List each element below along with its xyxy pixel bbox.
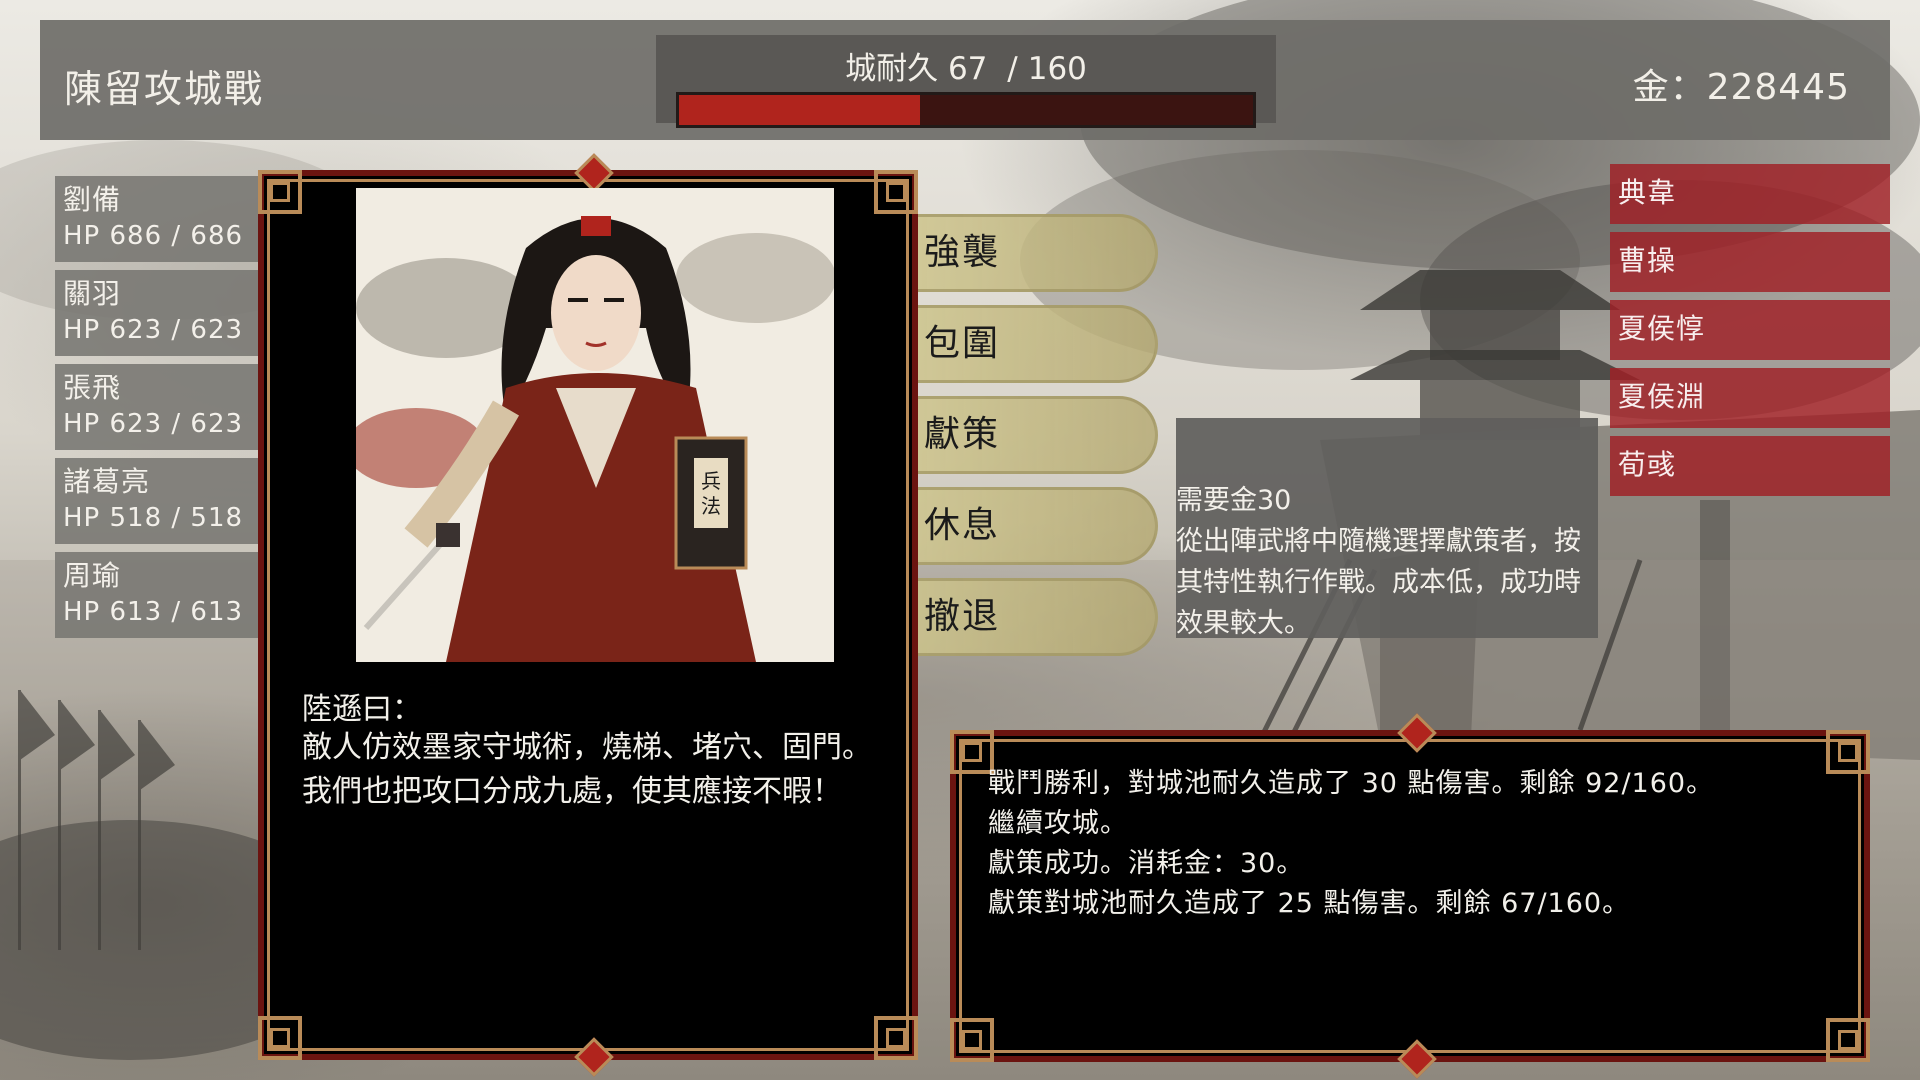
castle-durability-label: 城耐久 67 /160 (656, 43, 1276, 88)
top-bar: 陳留攻城戰 城耐久 67 /160 金：228445 (40, 20, 1890, 140)
durability-separator: / (1007, 51, 1018, 87)
officer-hp: HP 613 / 613 (63, 597, 244, 627)
durability-label: 城耐久 (845, 51, 939, 87)
officer-hp: HP 623 / 623 (63, 315, 244, 345)
officer-name: 周瑜 (63, 559, 122, 592)
frame-corner-ornament (874, 1016, 918, 1060)
frame-corner-ornament (258, 1016, 302, 1060)
advisor-portrait: 兵 法 (356, 188, 834, 662)
advisor-quote: 敵人仿效墨家守城術，燒梯、堵穴、固門。我們也把攻口分成九處，使其應接不暇！ (302, 730, 872, 809)
frame-corner-ornament (874, 170, 918, 214)
officer-name: 關羽 (63, 277, 122, 310)
durability-current: 67 (947, 51, 988, 87)
command-encircle-button[interactable]: 包圍 (918, 305, 1158, 383)
officer-hp: HP 623 / 623 (63, 409, 244, 439)
frame-corner-ornament (950, 1018, 994, 1062)
castle-durability-bar (676, 92, 1256, 128)
enemy-officer-card[interactable]: 荀彧 (1610, 436, 1890, 496)
log-line: 繼續攻城。 (988, 808, 1128, 839)
enemy-officer-list: 典韋 曹操 夏侯惇 夏侯淵 荀彧 (1610, 164, 1890, 504)
advisor-panel: 兵 法 陸遜曰： 敵人仿效墨家守城術，燒梯、堵穴、固門。我們也把攻口分成九處，使… (258, 153, 918, 1077)
battle-log-panel: 戰鬥勝利，對城池耐久造成了 30 點傷害。剩餘 92/160。 繼續攻城。 獻策… (950, 713, 1870, 1079)
frame-corner-ornament (258, 170, 302, 214)
officer-card[interactable]: 關羽 HP 623 / 623 (55, 270, 260, 356)
battle-log-lines: 戰鬥勝利，對城池耐久造成了 30 點傷害。剩餘 92/160。 繼續攻城。 獻策… (988, 764, 1848, 924)
log-line: 戰鬥勝利，對城池耐久造成了 30 點傷害。剩餘 92/160。 (988, 768, 1715, 799)
command-tooltip: 需要金30 從出陣武將中隨機選擇獻策者，按其特性執行作戰。成本低，成功時效果較大… (1176, 418, 1598, 639)
book-cover-text: 法 (701, 494, 721, 518)
enemy-officer-card[interactable]: 典韋 (1610, 164, 1890, 224)
log-line: 獻策對城池耐久造成了 25 點傷害。剩餘 67/160。 (988, 888, 1631, 919)
officer-card[interactable]: 劉備 HP 686 / 686 (55, 176, 260, 262)
book-cover-text: 兵 (701, 469, 721, 493)
officer-card[interactable]: 張飛 HP 623 / 623 (55, 364, 260, 450)
frame-corner-ornament (1826, 1018, 1870, 1062)
tooltip-description: 從出陣武將中隨機選擇獻策者，按其特性執行作戰。成本低，成功時效果較大。 (1176, 526, 1581, 639)
player-officer-list: 劉備 HP 686 / 686 關羽 HP 623 / 623 張飛 HP 62… (55, 176, 260, 646)
officer-name: 張飛 (63, 371, 122, 404)
enemy-officer-card[interactable]: 曹操 (1610, 232, 1890, 292)
officer-name: 劉備 (63, 183, 122, 216)
tooltip-cost: 需要金30 (1176, 485, 1292, 516)
enemy-officer-card[interactable]: 夏侯惇 (1610, 300, 1890, 360)
command-retreat-button[interactable]: 撤退 (918, 578, 1158, 656)
gold-counter: 金：228445 (1632, 67, 1850, 108)
enemy-officer-card[interactable]: 夏侯淵 (1610, 368, 1890, 428)
command-stratagem-button[interactable]: 獻策 (918, 396, 1158, 474)
advisor-speaker: 陸遜曰： (302, 692, 422, 727)
command-menu: 強襲 包圍 獻策 休息 撤退 (918, 214, 1158, 669)
battle-title: 陳留攻城戰 (64, 67, 265, 111)
castle-durability-panel: 城耐久 67 /160 (656, 35, 1276, 128)
command-rest-button[interactable]: 休息 (918, 487, 1158, 565)
officer-name: 諸葛亮 (63, 465, 151, 498)
officer-card[interactable]: 周瑜 HP 613 / 613 (55, 552, 260, 638)
officer-hp: HP 518 / 518 (63, 503, 244, 533)
log-line: 獻策成功。消耗金：30。 (988, 848, 1305, 879)
castle-durability-fill (679, 95, 920, 125)
officer-card[interactable]: 諸葛亮 HP 518 / 518 (55, 458, 260, 544)
durability-max: 160 (1027, 51, 1087, 87)
officer-hp: HP 686 / 686 (63, 221, 244, 251)
command-assault-button[interactable]: 強襲 (918, 214, 1158, 292)
